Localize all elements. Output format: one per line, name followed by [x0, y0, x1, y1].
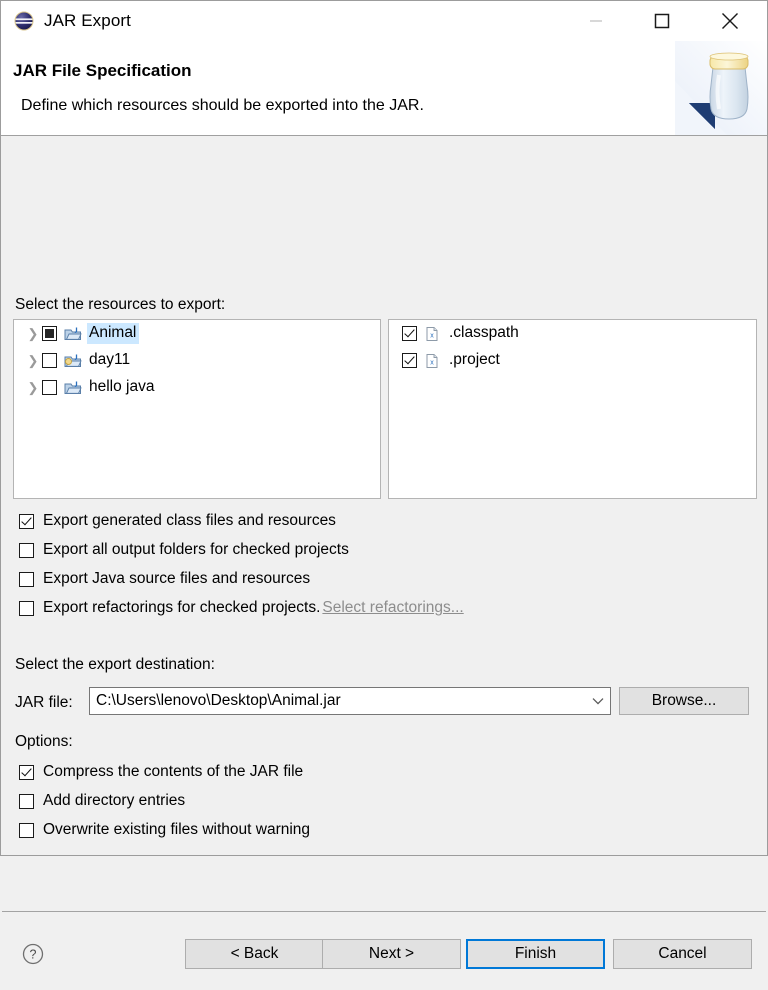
option-compress-contents[interactable]: Compress the contents of the JAR file [19, 761, 303, 783]
dialog-body: Select the resources to export: ❯ Animal… [1, 136, 767, 969]
svg-text:x: x [430, 332, 434, 339]
option-export-refactorings[interactable]: Export refactorings for checked projects… [19, 597, 464, 619]
jar-export-dialog: JAR Export JAR File Specification Define… [0, 0, 768, 969]
file-name[interactable]: .classpath [447, 323, 522, 344]
option-label: Compress the contents of the JAR file [43, 763, 304, 780]
close-icon[interactable] [707, 1, 753, 41]
xml-file-icon: x [424, 326, 442, 342]
tree-item-label[interactable]: Animal [87, 323, 140, 344]
list-item[interactable]: x .classpath [389, 320, 756, 347]
jar-export-icon [13, 10, 35, 32]
back-button[interactable]: < Back [185, 939, 324, 969]
java-project-icon [64, 353, 82, 369]
destination-label: Select the export destination: [15, 656, 215, 673]
option-overwrite-existing[interactable]: Overwrite existing files without warning [19, 819, 310, 841]
page-title: JAR File Specification [13, 61, 192, 80]
checkbox[interactable] [19, 571, 34, 587]
select-refactorings-link: Select refactorings... [322, 599, 464, 616]
chevron-right-icon[interactable]: ❯ [24, 381, 42, 394]
list-item[interactable]: x .project [389, 347, 756, 374]
wizard-header: JAR File Specification Define which reso… [1, 41, 767, 136]
checkbox[interactable] [19, 513, 34, 529]
maximize-icon[interactable] [639, 1, 685, 41]
option-add-directory-entries[interactable]: Add directory entries [19, 790, 185, 812]
jar-banner-icon [675, 41, 767, 135]
project-checkbox[interactable] [42, 353, 57, 368]
option-export-output-folders[interactable]: Export all output folders for checked pr… [19, 539, 349, 561]
project-checkbox[interactable] [42, 380, 57, 395]
minimize-icon[interactable] [573, 1, 619, 41]
cancel-button[interactable]: Cancel [613, 939, 752, 969]
java-project-icon [64, 326, 82, 342]
option-label: Add directory entries [43, 792, 186, 809]
jar-file-input[interactable]: C:\Users\lenovo\Desktop\Animal.jar [90, 692, 586, 710]
checkbox[interactable] [19, 764, 34, 780]
checkbox[interactable] [19, 600, 34, 616]
project-checkbox[interactable] [42, 326, 57, 341]
option-label: Export refactorings for checked projects… [43, 599, 321, 616]
file-name[interactable]: .project [447, 350, 503, 371]
tree-item-label[interactable]: day11 [87, 350, 133, 371]
option-label: Overwrite existing files without warning [43, 821, 311, 838]
table-row[interactable]: ❯ Animal [14, 320, 380, 347]
checkbox[interactable] [19, 793, 34, 809]
jar-file-combo[interactable]: C:\Users\lenovo\Desktop\Animal.jar [89, 687, 611, 715]
option-export-source-files[interactable]: Export Java source files and resources [19, 568, 310, 590]
checkbox[interactable] [19, 542, 34, 558]
title-bar: JAR Export [1, 1, 767, 41]
option-label: Export Java source files and resources [43, 570, 311, 587]
checkbox[interactable] [19, 822, 34, 838]
project-tree[interactable]: ❯ Animal ❯ day11 ❯ hello java [13, 319, 381, 499]
svg-text:x: x [430, 359, 434, 366]
help-icon[interactable]: ? [21, 942, 45, 966]
browse-button[interactable]: Browse... [619, 687, 749, 715]
chevron-right-icon[interactable]: ❯ [24, 354, 42, 367]
option-label: Export generated class files and resourc… [43, 512, 336, 529]
finish-button[interactable]: Finish [466, 939, 605, 969]
file-checkbox[interactable] [402, 326, 417, 341]
page-description: Define which resources should be exporte… [21, 97, 424, 114]
tree-item-label[interactable]: hello java [87, 377, 158, 398]
next-button[interactable]: Next > [322, 939, 461, 969]
java-project-icon [64, 380, 82, 396]
resources-label: Select the resources to export: [15, 296, 226, 313]
file-list[interactable]: x .classpath x .project [388, 319, 757, 499]
options-label: Options: [15, 733, 73, 750]
table-row[interactable]: ❯ hello java [14, 374, 380, 401]
xml-file-icon: x [424, 353, 442, 369]
file-checkbox[interactable] [402, 353, 417, 368]
option-export-class-files[interactable]: Export generated class files and resourc… [19, 510, 336, 532]
svg-text:?: ? [30, 948, 37, 962]
chevron-right-icon[interactable]: ❯ [24, 327, 42, 340]
chevron-down-icon[interactable] [586, 697, 610, 706]
option-label: Export all output folders for checked pr… [43, 541, 349, 558]
window-title: JAR Export [44, 11, 131, 30]
jar-file-label: JAR file: [15, 694, 73, 711]
table-row[interactable]: ❯ day11 [14, 347, 380, 374]
